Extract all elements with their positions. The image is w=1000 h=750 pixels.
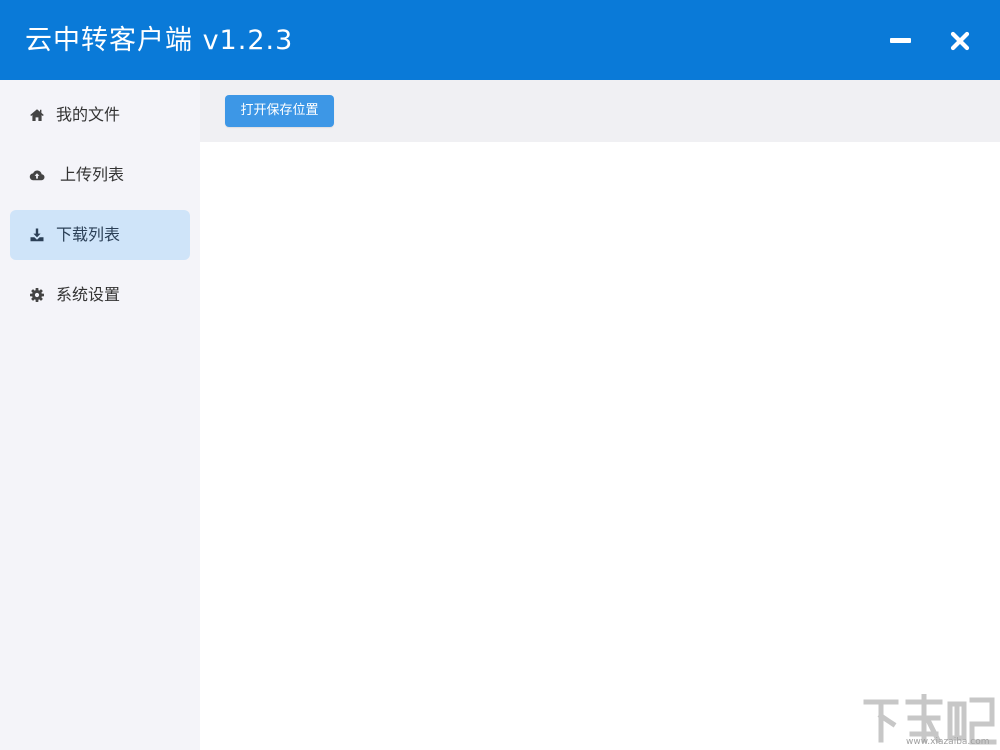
download-list-area <box>200 142 1000 750</box>
download-icon <box>30 228 44 242</box>
sidebar-item-system-settings[interactable]: 系统设置 <box>10 270 190 320</box>
sidebar-item-label: 上传列表 <box>60 165 125 184</box>
close-icon <box>950 31 970 51</box>
watermark-url: www.xiazaiba.com <box>906 737 990 747</box>
toolbar: 打开保存位置 <box>200 80 1000 142</box>
sidebar: 我的文件 上传列表 下载列表 系统设置 <box>0 80 200 750</box>
app-title: 云中转客户端 v1.2.3 <box>25 25 294 56</box>
sidebar-item-my-files[interactable]: 我的文件 <box>10 90 190 140</box>
sidebar-item-label: 下载列表 <box>56 225 121 244</box>
title-bar: 云中转客户端 v1.2.3 <box>0 0 1000 80</box>
home-icon <box>30 109 44 121</box>
open-save-location-button[interactable]: 打开保存位置 <box>225 95 334 127</box>
sidebar-item-label: 我的文件 <box>56 105 121 124</box>
minimize-icon <box>890 38 911 43</box>
sidebar-item-upload-list[interactable]: 上传列表 <box>10 150 190 200</box>
minimize-button[interactable] <box>884 24 916 56</box>
sidebar-item-download-list[interactable]: 下载列表 <box>10 210 190 260</box>
cloud-upload-icon <box>29 170 45 181</box>
sidebar-item-label: 系统设置 <box>56 285 121 304</box>
gear-icon <box>30 288 44 302</box>
close-button[interactable] <box>944 24 976 56</box>
